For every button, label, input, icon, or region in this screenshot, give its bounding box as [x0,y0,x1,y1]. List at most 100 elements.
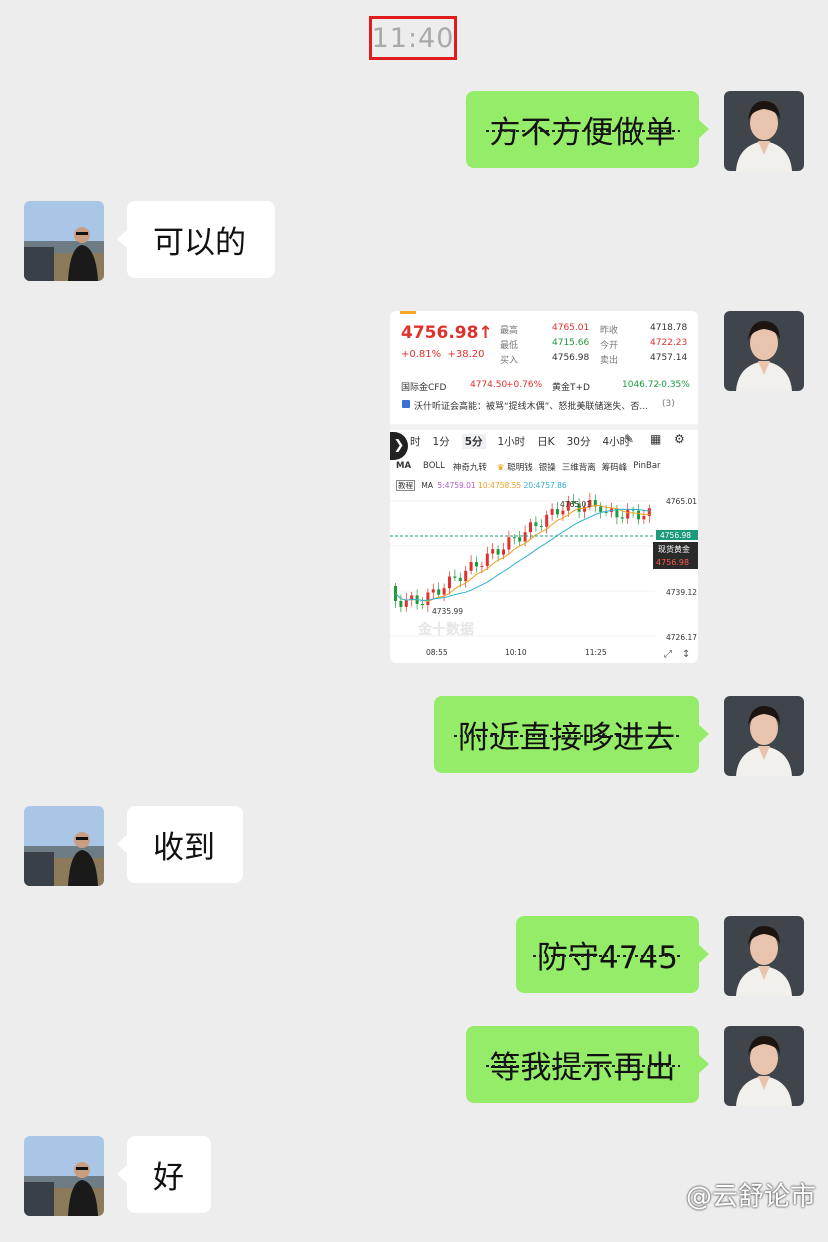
message-text: 防守4745 [533,932,682,977]
candle [485,553,489,566]
message-text: 收到 [153,830,215,866]
candle [550,508,554,515]
tab-1min[interactable]: 1分 [433,434,450,449]
td-price: 1046.72 [622,380,660,390]
message-bubble-incoming[interactable]: 好 [117,1136,211,1213]
ma10-value: 10:4758.55 [478,481,522,490]
indicator-ma[interactable]: MA [396,461,411,473]
message-bubble-incoming[interactable]: 收到 [117,806,243,883]
candle [518,537,522,542]
crown-icon: ♛ [496,463,505,473]
prev-label: 昨收 [600,326,619,336]
indicator-chip[interactable]: 筹码峰 [602,461,628,473]
tab-1hour[interactable]: 1小时 [498,434,526,449]
indicator-silver[interactable]: 银操 [539,461,556,473]
tab-5min[interactable]: 5分 [461,434,486,449]
expand-arrow-icon[interactable]: ❯ [390,432,408,460]
message-bubble-incoming[interactable]: 可以的 [117,201,275,278]
candle [539,526,543,528]
message-bubble-outgoing[interactable]: 防守4745 [516,916,709,993]
avatar-contact[interactable] [24,1136,104,1216]
spot-gold-price: 4756.98 [656,558,689,567]
indicator-smart[interactable]: ♛ 聪明钱 [497,461,533,473]
indicator-nine[interactable]: 神奇九转 [453,461,487,473]
news-headline[interactable]: 沃什听证会高能：被骂“提线木偶”、怒批美联储迷失、否... [414,399,659,412]
candle [453,576,457,578]
candle [480,565,484,567]
candle [496,549,500,555]
candle [556,508,559,515]
high-value: 4765.01 [552,323,590,333]
candle [458,577,462,582]
news-icon [402,400,410,408]
ma-legend: 教程 MA 5:4759.01 10:4758.55 20:4757.86 [396,480,567,491]
settings-icon[interactable]: ⚙ [674,432,685,446]
fullscreen-icon[interactable]: ⤢ [664,649,672,660]
sell-value: 4757.14 [650,353,688,363]
td-label: 黄金T+D [552,383,590,393]
vertical-scale-icon[interactable]: ↕ [682,649,690,660]
avatar-self[interactable] [724,916,804,996]
indicator-boll[interactable]: BOLL [423,461,445,473]
candle [442,588,446,595]
indicator-divergence[interactable]: 三维背离 [562,461,596,473]
chart-tab-bar: 时 1分 5分 1小时 日K 30分 4小时 [410,434,642,449]
open-label: 今开 [600,341,619,351]
low-label: 最低 [500,341,519,351]
avatar-self[interactable] [724,311,804,391]
tab-day[interactable]: 日K [537,434,554,449]
message-text: 好 [153,1160,184,1196]
message-bubble-outgoing[interactable]: 附近直接哆进去 [434,696,709,773]
x-tick: 10:10 [505,648,527,657]
td-pct: -0.35% [658,380,690,390]
message-text: 等我提示再出 [485,1042,680,1087]
message-text: 方不方便做单 [485,107,680,152]
candle [502,549,505,555]
ma5-value: 5:4759.01 [437,481,476,490]
avatar-self[interactable] [724,1026,804,1106]
message-bubble-outgoing[interactable]: 等我提示再出 [466,1026,709,1103]
draw-tool-icon[interactable]: ✎ [624,432,634,446]
chart-image-message[interactable]: 4756.98↑ +0.81% +38.20 最高 4765.01 昨收 471… [390,311,698,663]
quote-change: +0.81% +38.20 [401,349,485,360]
candle [491,549,495,554]
ma20-value: 20:4757.86 [523,481,567,490]
candle [464,570,468,582]
avatar-self[interactable] [724,696,804,776]
cfd-price: 4774.50 [470,380,508,390]
grid-layout-icon[interactable]: ▦ [650,432,661,446]
candle [561,510,565,515]
y-tick: 4765.01 [666,497,697,506]
cfd-pct: +0.76% [506,380,543,390]
quote-price: 4756.98↑ [401,323,493,343]
indicator-pinbar[interactable]: PinBar [633,461,660,473]
candle [642,515,646,520]
candle [431,589,435,593]
candle [529,522,532,533]
spot-gold-label: 现货黄金 [658,544,690,554]
indicator-bar: MA BOLL 神奇九转 ♛ 聪明钱 银操 三维背离 筹码峰 PinBar [396,461,661,473]
high-mark: 4765.01 [560,500,591,509]
y-tick: 4739.12 [666,588,697,597]
high-label: 最高 [500,326,519,336]
message-text: 附近直接哆进去 [454,712,679,757]
avatar-contact[interactable] [24,806,104,886]
tab-30min[interactable]: 30分 [567,434,591,449]
candle [410,595,414,600]
avatar-self[interactable] [724,91,804,171]
candle [637,510,640,520]
tutorial-tag[interactable]: 教程 [396,480,415,491]
open-value: 4722.23 [650,338,688,348]
candle [545,514,549,527]
buy-label: 买入 [500,356,519,366]
accent-bar [400,311,416,314]
message-bubble-outgoing[interactable]: 方不方便做单 [466,91,709,168]
tab-time[interactable]: 时 [410,434,421,449]
candle [626,509,630,519]
candle [475,562,478,567]
avatar-contact[interactable] [24,201,104,281]
sell-label: 卖出 [600,356,619,366]
x-tick: 08:55 [426,648,448,657]
x-tick: 11:25 [585,648,607,657]
timestamp-box: 11:40 [369,16,457,60]
